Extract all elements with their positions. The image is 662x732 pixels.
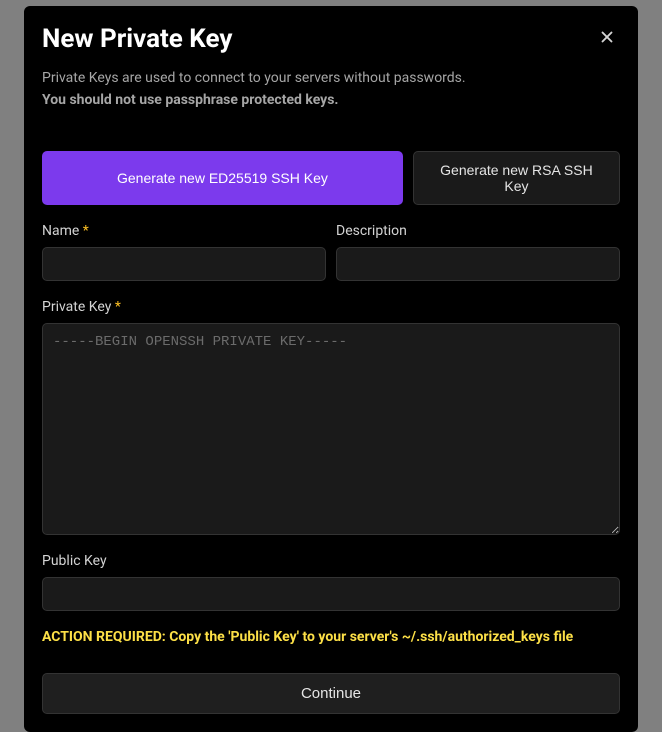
description-label: Description [336,223,620,239]
required-star-icon: * [115,299,121,315]
intro-text-line1: Private Keys are used to connect to your… [42,68,620,89]
name-description-row: Name * Description [42,223,620,281]
intro-text-line2: You should not use passphrase protected … [42,90,620,111]
public-key-field-group: Public Key [42,553,620,611]
generate-rsa-button[interactable]: Generate new RSA SSH Key [413,151,620,205]
name-input[interactable] [42,247,326,281]
private-key-field-group: Private Key * [42,299,620,535]
new-private-key-modal: New Private Key Private Keys are used to… [24,6,638,732]
name-label-text: Name [42,223,79,239]
private-key-textarea[interactable] [42,323,620,535]
public-key-label: Public Key [42,553,620,569]
name-label: Name * [42,223,326,239]
public-key-input[interactable] [42,577,620,611]
description-field-group: Description [336,223,620,281]
private-key-label: Private Key * [42,299,620,315]
generate-ed25519-button[interactable]: Generate new ED25519 SSH Key [42,151,403,205]
modal-title: New Private Key [42,24,232,54]
modal-header: New Private Key [42,24,620,54]
action-required-text: ACTION REQUIRED: Copy the 'Public Key' t… [42,629,620,645]
close-icon [598,28,616,46]
continue-button[interactable]: Continue [42,673,620,714]
required-star-icon: * [83,223,89,239]
close-button[interactable] [594,24,620,50]
generate-button-row: Generate new ED25519 SSH Key Generate ne… [42,151,620,205]
name-field-group: Name * [42,223,326,281]
private-key-label-text: Private Key [42,299,111,315]
description-input[interactable] [336,247,620,281]
